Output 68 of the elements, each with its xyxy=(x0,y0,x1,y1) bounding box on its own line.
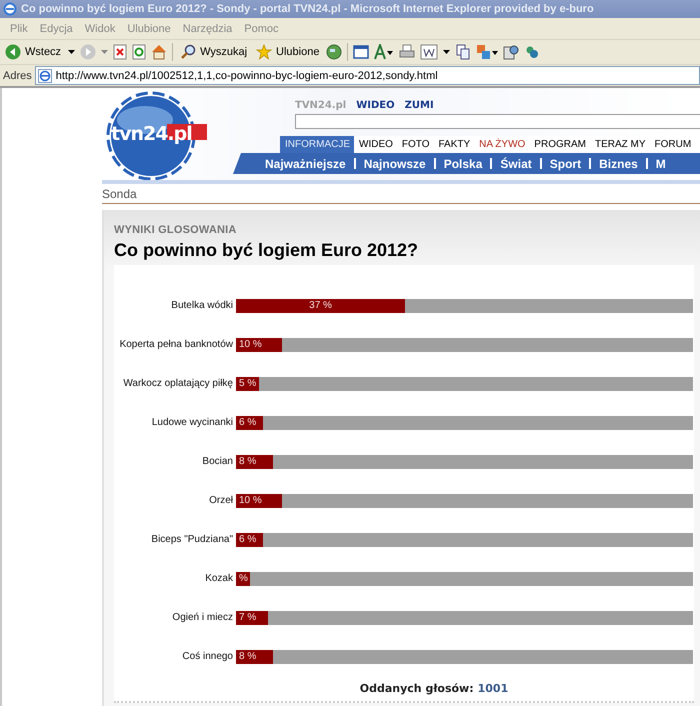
nav-tab[interactable]: FAKTY xyxy=(433,136,474,153)
total-label: Oddanych głosów: xyxy=(360,682,474,695)
option-label: Biceps "Pudziana" xyxy=(150,534,234,545)
home-icon[interactable] xyxy=(151,44,168,60)
globe-icon[interactable] xyxy=(326,44,342,60)
percent-reading: 5 % xyxy=(238,376,256,390)
poll-question: Co powinno być logiem Euro 2012? xyxy=(114,240,420,261)
document-icon[interactable] xyxy=(420,44,438,60)
percent-reading: 8 % xyxy=(238,454,256,468)
percent-reading: 6 % xyxy=(238,416,256,430)
address-field[interactable]: http://www.tvn24.pl/1002512,1,1,co-powinno-byc-logiem-euro-2012,sondy.html xyxy=(34,66,700,85)
nav-tab[interactable]: TERAZ MY xyxy=(590,136,650,153)
window-icon[interactable] xyxy=(353,44,370,60)
option-label: Koperta pełna banknotów xyxy=(118,339,234,350)
option-label: Ludowe wycinanki xyxy=(150,417,234,428)
category-link[interactable]: Sport xyxy=(542,156,590,170)
nav-tab[interactable]: FOTO xyxy=(396,136,434,153)
nav-tab[interactable]: WIDEO xyxy=(354,136,397,153)
page-icon xyxy=(38,68,52,82)
category-link[interactable]: Świat xyxy=(492,156,540,170)
percent-reading: 6 % xyxy=(238,532,256,546)
address-label: Adres xyxy=(3,70,32,82)
category-link[interactable]: Najważniejsze xyxy=(257,156,354,170)
printer-icon[interactable] xyxy=(399,44,416,60)
search-icon xyxy=(180,44,196,60)
browser-icon xyxy=(3,2,17,16)
breadcrumb: Sonda xyxy=(102,186,137,200)
caret-icon[interactable] xyxy=(68,50,76,54)
window-title: Co powinno być logiem Euro 2012? - Sondy - portal TVN24.pl - Microsoft Internet Explorer provided by e-buro xyxy=(21,3,594,15)
option-label: Ogień i miecz xyxy=(171,612,234,623)
stop-icon[interactable] xyxy=(113,44,128,60)
nav-tab[interactable]: INFORMACJE xyxy=(280,136,354,153)
back-button[interactable]: Wstecz xyxy=(3,43,64,61)
caret-icon[interactable] xyxy=(443,50,450,54)
star-icon xyxy=(256,44,272,60)
favorites-button[interactable]: Ulubione xyxy=(254,43,322,61)
option-label: Coś innego xyxy=(181,651,234,662)
percent-reading: 8 % xyxy=(238,650,256,664)
category-link[interactable]: Najnowsze xyxy=(356,156,434,170)
refresh-icon[interactable] xyxy=(132,44,146,60)
option-label: Bocian xyxy=(201,456,234,467)
percent-reading: % xyxy=(238,572,248,586)
category-link[interactable]: Polska xyxy=(436,156,490,170)
tools-icon[interactable] xyxy=(503,44,520,60)
percent-reading: 10 % xyxy=(238,494,262,508)
percent-reading: 7 % xyxy=(238,610,256,624)
search-button[interactable]: Wyszukaj xyxy=(178,43,250,61)
percent-reading: 10 % xyxy=(238,338,262,352)
percent-reading: 37 % xyxy=(308,298,333,312)
option-label: Orzeł xyxy=(208,495,234,506)
messenger-icon[interactable] xyxy=(524,44,540,60)
copy-icon[interactable] xyxy=(455,44,472,60)
back-icon xyxy=(5,44,21,60)
nav-tab[interactable]: FORUM xyxy=(650,136,696,153)
nav-tab[interactable]: PROGRAM xyxy=(529,136,590,153)
category-link[interactable]: Biznes xyxy=(591,156,646,170)
section-label: WYNIKI GLOSOWANIA xyxy=(114,224,238,236)
translate-icon[interactable] xyxy=(476,44,498,60)
category-link[interactable]: M xyxy=(648,156,674,170)
option-label: Butelka wódki xyxy=(170,300,234,311)
option-label: Warkocz oplatający piłkę xyxy=(122,378,234,389)
search-field[interactable] xyxy=(295,114,700,129)
total-value: 1001 xyxy=(478,682,508,695)
header-link[interactable]: ZUMI xyxy=(404,100,434,110)
header-link[interactable]: WIDEO xyxy=(356,100,395,110)
font-icon[interactable] xyxy=(374,44,394,60)
option-label: Kozak xyxy=(204,573,234,584)
nav-tab[interactable]: NA ŻYWO xyxy=(474,136,530,153)
